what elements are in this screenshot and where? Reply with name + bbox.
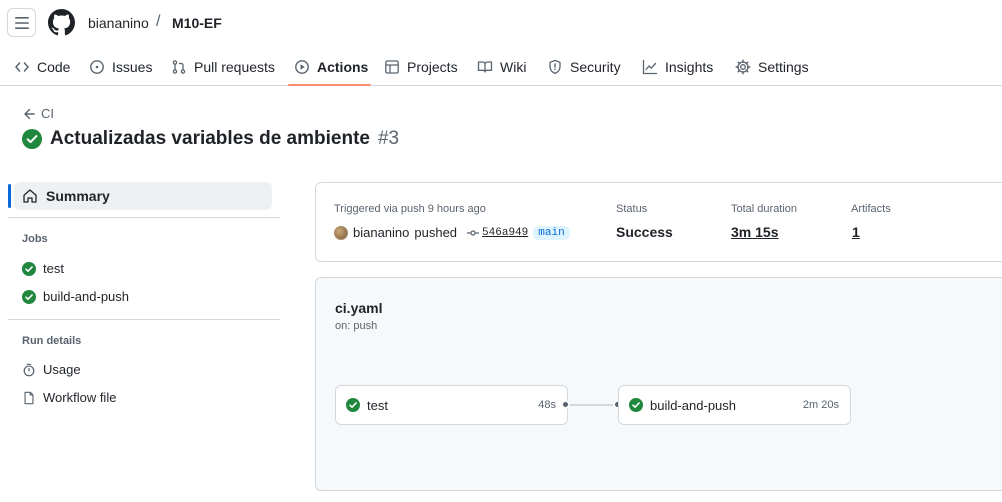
check-circle-fill-icon [22, 129, 42, 149]
tab-wiki-label: Wiki [500, 58, 527, 75]
tab-code-label: Code [37, 58, 71, 75]
tab-insights[interactable]: Insights [642, 48, 713, 85]
play-icon [295, 59, 309, 74]
tab-actions[interactable]: Actions [294, 48, 368, 85]
branch-badge[interactable]: main [533, 225, 570, 240]
repo-owner-link[interactable]: biananino [88, 15, 149, 31]
tab-pull-requests[interactable]: Pull requests [171, 48, 275, 85]
job-duration: 2m 20s [802, 399, 839, 411]
artifacts-label: Artifacts [851, 203, 891, 215]
tab-projects[interactable]: Projects [384, 48, 458, 85]
book-icon [477, 60, 493, 73]
trigger-row: biananino pushed 546a949 main [334, 225, 570, 240]
check-circle-fill-icon [629, 398, 643, 412]
job-node-build-and-push[interactable]: build-and-push 2m 20s [618, 385, 851, 425]
summary-active-indicator [8, 184, 11, 208]
status-label: Status [616, 203, 648, 215]
tab-settings-label: Settings [758, 58, 809, 75]
sidebar-usage-label: Usage [43, 362, 81, 377]
graph-icon [642, 59, 658, 74]
issue-icon [90, 59, 104, 74]
sidebar-job-build-and-push[interactable]: build-and-push [22, 289, 129, 304]
check-circle-fill-icon [346, 398, 360, 412]
sidebar-divider [8, 217, 280, 218]
tab-settings[interactable]: Settings [735, 48, 809, 85]
sidebar-item-summary[interactable]: Summary [14, 182, 272, 210]
path-separator: / [156, 13, 161, 30]
back-link-label: CI [41, 106, 54, 121]
tab-insights-label: Insights [665, 58, 714, 75]
table-icon [385, 59, 399, 74]
tab-issues-label: Issues [112, 58, 153, 75]
tab-actions-label: Actions [317, 58, 369, 75]
actor-name[interactable]: biananino [353, 225, 409, 240]
repo-name-link[interactable]: M10-EF [172, 15, 222, 31]
workflow-trigger: on: push [335, 320, 378, 332]
github-logo-icon[interactable] [48, 9, 75, 36]
sidebar-item-workflow-file[interactable]: Workflow file [22, 390, 116, 405]
avatar[interactable] [334, 225, 348, 240]
sidebar-divider [8, 319, 280, 320]
workflow-file-name: ci.yaml [335, 300, 383, 316]
code-icon [15, 61, 29, 72]
arrow-left-icon [24, 108, 35, 119]
stopwatch-icon [23, 363, 35, 376]
pull-request-icon [172, 59, 186, 74]
tab-security-label: Security [570, 58, 621, 75]
job-node-test[interactable]: test 48s [335, 385, 568, 425]
hamburger-icon [14, 16, 29, 29]
run-summary-card: Triggered via push 9 hours ago biananino… [315, 182, 1002, 262]
sidebar-summary-label: Summary [46, 188, 110, 204]
tab-projects-label: Projects [407, 58, 458, 75]
tab-issues[interactable]: Issues [89, 48, 152, 85]
duration-label: Total duration [731, 203, 798, 215]
sidebar-job-label: test [43, 261, 64, 276]
tab-security[interactable]: Security [547, 48, 621, 85]
tab-code[interactable]: Code [14, 48, 70, 85]
artifacts-count[interactable]: 1 [852, 224, 860, 240]
sidebar-item-usage[interactable]: Usage [22, 362, 81, 377]
run-title: Actualizadas variables de ambiente [50, 128, 370, 149]
sidebar-run-details-heading: Run details [22, 335, 82, 347]
sidebar-job-label: build-and-push [43, 289, 130, 304]
status-value: Success [616, 224, 673, 240]
commit-sha: 546a949 [482, 226, 529, 239]
run-number: #3 [377, 128, 400, 149]
tab-wiki[interactable]: Wiki [477, 48, 526, 85]
shield-icon [549, 59, 561, 74]
trigger-info: Triggered via push 9 hours ago [334, 203, 486, 215]
job-name: test [367, 397, 388, 413]
commit-icon [467, 229, 480, 236]
repo-navigation: Code Issues Pull requests Actions Projec… [0, 48, 1002, 86]
workflow-graph: ci.yaml on: push test 48s build-and-push… [315, 277, 1002, 491]
page-title: Actualizadas variables de ambiente #3 [22, 128, 399, 150]
duration-value[interactable]: 3m 15s [731, 224, 778, 240]
commit-link[interactable]: 546a949 [467, 227, 528, 239]
connector-dot [561, 400, 570, 409]
check-circle-fill-icon [22, 261, 36, 276]
hamburger-menu-button[interactable] [7, 8, 36, 37]
job-duration: 48s [538, 399, 556, 411]
check-circle-fill-icon [22, 289, 36, 304]
sidebar-workflow-file-label: Workflow file [43, 390, 117, 405]
file-icon [24, 391, 34, 404]
active-tab-indicator [288, 84, 371, 86]
top-header: biananino / M10-EF [0, 0, 1002, 44]
tab-pull-requests-label: Pull requests [194, 58, 275, 75]
gear-icon [735, 59, 751, 74]
sidebar-jobs-heading: Jobs [22, 233, 48, 245]
sidebar-job-test[interactable]: test [22, 261, 64, 276]
back-to-workflow-link[interactable]: CI [23, 106, 54, 121]
home-icon [23, 189, 37, 203]
job-name: build-and-push [650, 397, 737, 413]
job-connector [566, 404, 618, 406]
trigger-action: pushed [414, 225, 458, 240]
